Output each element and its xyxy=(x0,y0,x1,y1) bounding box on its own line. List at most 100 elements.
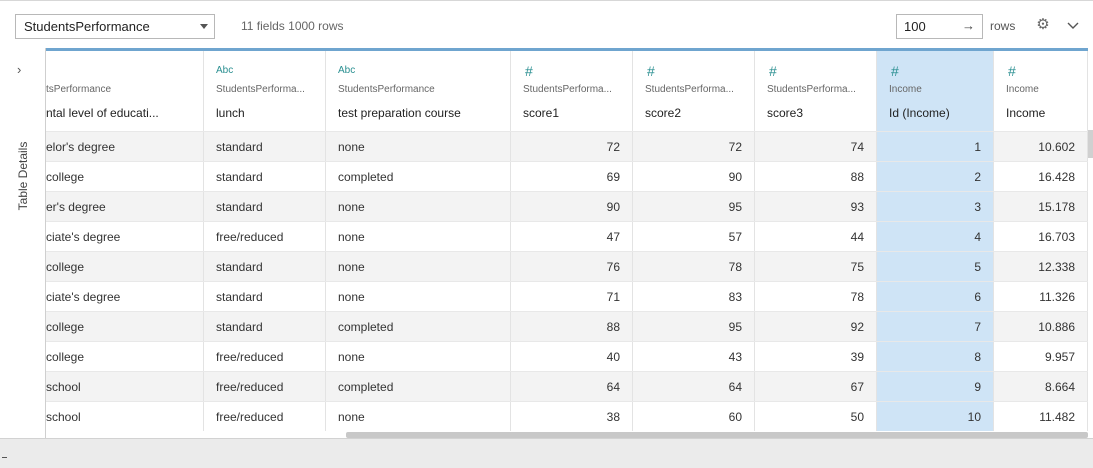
chevron-down-icon[interactable] xyxy=(1064,16,1082,34)
table-cell[interactable]: free/reduced xyxy=(204,402,326,431)
table-cell[interactable]: 16.703 xyxy=(994,222,1088,251)
table-cell[interactable]: completed xyxy=(326,312,511,341)
table-cell[interactable]: 88 xyxy=(755,162,877,191)
table-cell[interactable]: 76 xyxy=(511,252,633,281)
table-cell[interactable]: 43 xyxy=(633,342,755,371)
table-cell[interactable]: 10.886 xyxy=(994,312,1088,341)
table-cell[interactable]: standard xyxy=(204,132,326,161)
table-row[interactable]: ciate's degree standard none 71 83 78 6 11.326 xyxy=(46,281,1088,311)
table-cell[interactable]: 69 xyxy=(511,162,633,191)
table-cell[interactable]: none xyxy=(326,342,511,371)
table-cell[interactable]: standard xyxy=(204,312,326,341)
table-cell[interactable]: 9 xyxy=(877,372,994,401)
table-cell[interactable]: elor's degree xyxy=(46,132,204,161)
table-cell[interactable]: 5 xyxy=(877,252,994,281)
table-cell[interactable]: 90 xyxy=(511,192,633,221)
table-cell[interactable]: 50 xyxy=(755,402,877,431)
table-cell[interactable]: completed xyxy=(326,372,511,401)
table-details-tab[interactable]: Table Details xyxy=(8,136,38,216)
datasource-select[interactable]: StudentsPerformance xyxy=(15,14,215,39)
column-header[interactable]: # Income Income xyxy=(994,51,1088,131)
table-cell[interactable]: standard xyxy=(204,282,326,311)
table-cell[interactable]: 6 xyxy=(877,282,994,311)
table-cell[interactable]: ciate's degree xyxy=(46,282,204,311)
table-cell[interactable]: none xyxy=(326,402,511,431)
table-cell[interactable]: 90 xyxy=(633,162,755,191)
table-cell[interactable]: none xyxy=(326,192,511,221)
table-cell[interactable]: 10.602 xyxy=(994,132,1088,161)
expand-panel-icon[interactable]: › xyxy=(17,62,21,77)
table-cell[interactable]: 2 xyxy=(877,162,994,191)
table-cell[interactable]: 38 xyxy=(511,402,633,431)
table-cell[interactable]: 95 xyxy=(633,312,755,341)
table-cell[interactable]: college xyxy=(46,342,204,371)
gear-icon[interactable]: ⚙ xyxy=(1034,16,1052,34)
table-cell[interactable]: 67 xyxy=(755,372,877,401)
table-cell[interactable]: 72 xyxy=(633,132,755,161)
table-cell[interactable]: 78 xyxy=(633,252,755,281)
table-cell[interactable]: 74 xyxy=(755,132,877,161)
table-cell[interactable]: 39 xyxy=(755,342,877,371)
table-cell[interactable]: 60 xyxy=(633,402,755,431)
table-cell[interactable]: 16.428 xyxy=(994,162,1088,191)
table-cell[interactable]: 4 xyxy=(877,222,994,251)
table-cell[interactable]: free/reduced xyxy=(204,372,326,401)
table-cell[interactable]: er's degree xyxy=(46,192,204,221)
table-row[interactable]: school free/reduced completed 64 64 67 9 8.664 xyxy=(46,371,1088,401)
table-row[interactable]: college standard none 76 78 75 5 12.338 xyxy=(46,251,1088,281)
table-cell[interactable]: 92 xyxy=(755,312,877,341)
table-cell[interactable]: 93 xyxy=(755,192,877,221)
table-cell[interactable]: 95 xyxy=(633,192,755,221)
table-cell[interactable]: none xyxy=(326,222,511,251)
table-row[interactable]: elor's degree standard none 72 72 74 1 10.602 xyxy=(46,131,1088,161)
table-cell[interactable]: 64 xyxy=(633,372,755,401)
table-cell[interactable]: 57 xyxy=(633,222,755,251)
column-header[interactable]: # StudentsPerforma... score3 xyxy=(755,51,877,131)
table-cell[interactable]: 15.178 xyxy=(994,192,1088,221)
table-cell[interactable]: 75 xyxy=(755,252,877,281)
table-cell[interactable]: 72 xyxy=(511,132,633,161)
table-cell[interactable]: completed xyxy=(326,162,511,191)
table-row[interactable]: ciate's degree free/reduced none 47 57 44 4 16.… xyxy=(46,221,1088,251)
table-cell[interactable]: 8 xyxy=(877,342,994,371)
table-cell[interactable]: college xyxy=(46,162,204,191)
vertical-scrollbar[interactable] xyxy=(1088,130,1093,158)
column-header[interactable]: # StudentsPerforma... score2 xyxy=(633,51,755,131)
table-cell[interactable]: 10 xyxy=(877,402,994,431)
table-cell[interactable]: 83 xyxy=(633,282,755,311)
table-cell[interactable]: 71 xyxy=(511,282,633,311)
table-cell[interactable]: standard xyxy=(204,162,326,191)
table-cell[interactable]: none xyxy=(326,282,511,311)
table-row[interactable]: college standard completed 88 95 92 7 10.886 xyxy=(46,311,1088,341)
table-cell[interactable]: none xyxy=(326,132,511,161)
table-cell[interactable]: 9.957 xyxy=(994,342,1088,371)
table-cell[interactable]: 1 xyxy=(877,132,994,161)
table-cell[interactable]: 7 xyxy=(877,312,994,341)
table-cell[interactable]: 8.664 xyxy=(994,372,1088,401)
table-cell[interactable]: free/reduced xyxy=(204,342,326,371)
column-header[interactable]: Abc StudentsPerformance test preparation c… xyxy=(326,51,511,131)
table-row[interactable]: er's degree standard none 90 95 93 3 15.178 xyxy=(46,191,1088,221)
arrow-right-icon[interactable]: → xyxy=(962,18,975,33)
column-header[interactable]: Abc StudentsPerforma... lunch xyxy=(204,51,326,131)
table-cell[interactable]: school xyxy=(46,372,204,401)
column-header[interactable]: tsPerformance ntal level of educati... xyxy=(46,51,204,131)
table-cell[interactable]: 3 xyxy=(877,192,994,221)
table-cell[interactable]: 44 xyxy=(755,222,877,251)
column-header[interactable]: # StudentsPerforma... score1 xyxy=(511,51,633,131)
table-cell[interactable]: 47 xyxy=(511,222,633,251)
table-cell[interactable]: college xyxy=(46,312,204,341)
table-row[interactable]: college standard completed 69 90 88 2 16.428 xyxy=(46,161,1088,191)
table-cell[interactable]: ciate's degree xyxy=(46,222,204,251)
table-cell[interactable]: college xyxy=(46,252,204,281)
table-cell[interactable]: free/reduced xyxy=(204,222,326,251)
table-cell[interactable]: 11.326 xyxy=(994,282,1088,311)
table-row[interactable]: college free/reduced none 40 43 39 8 9.957 xyxy=(46,341,1088,371)
table-cell[interactable]: standard xyxy=(204,252,326,281)
table-cell[interactable]: 40 xyxy=(511,342,633,371)
rows-count-input[interactable]: 100 → xyxy=(896,14,983,39)
table-cell[interactable]: standard xyxy=(204,192,326,221)
table-cell[interactable]: school xyxy=(46,402,204,431)
table-cell[interactable]: none xyxy=(326,252,511,281)
table-cell[interactable]: 78 xyxy=(755,282,877,311)
